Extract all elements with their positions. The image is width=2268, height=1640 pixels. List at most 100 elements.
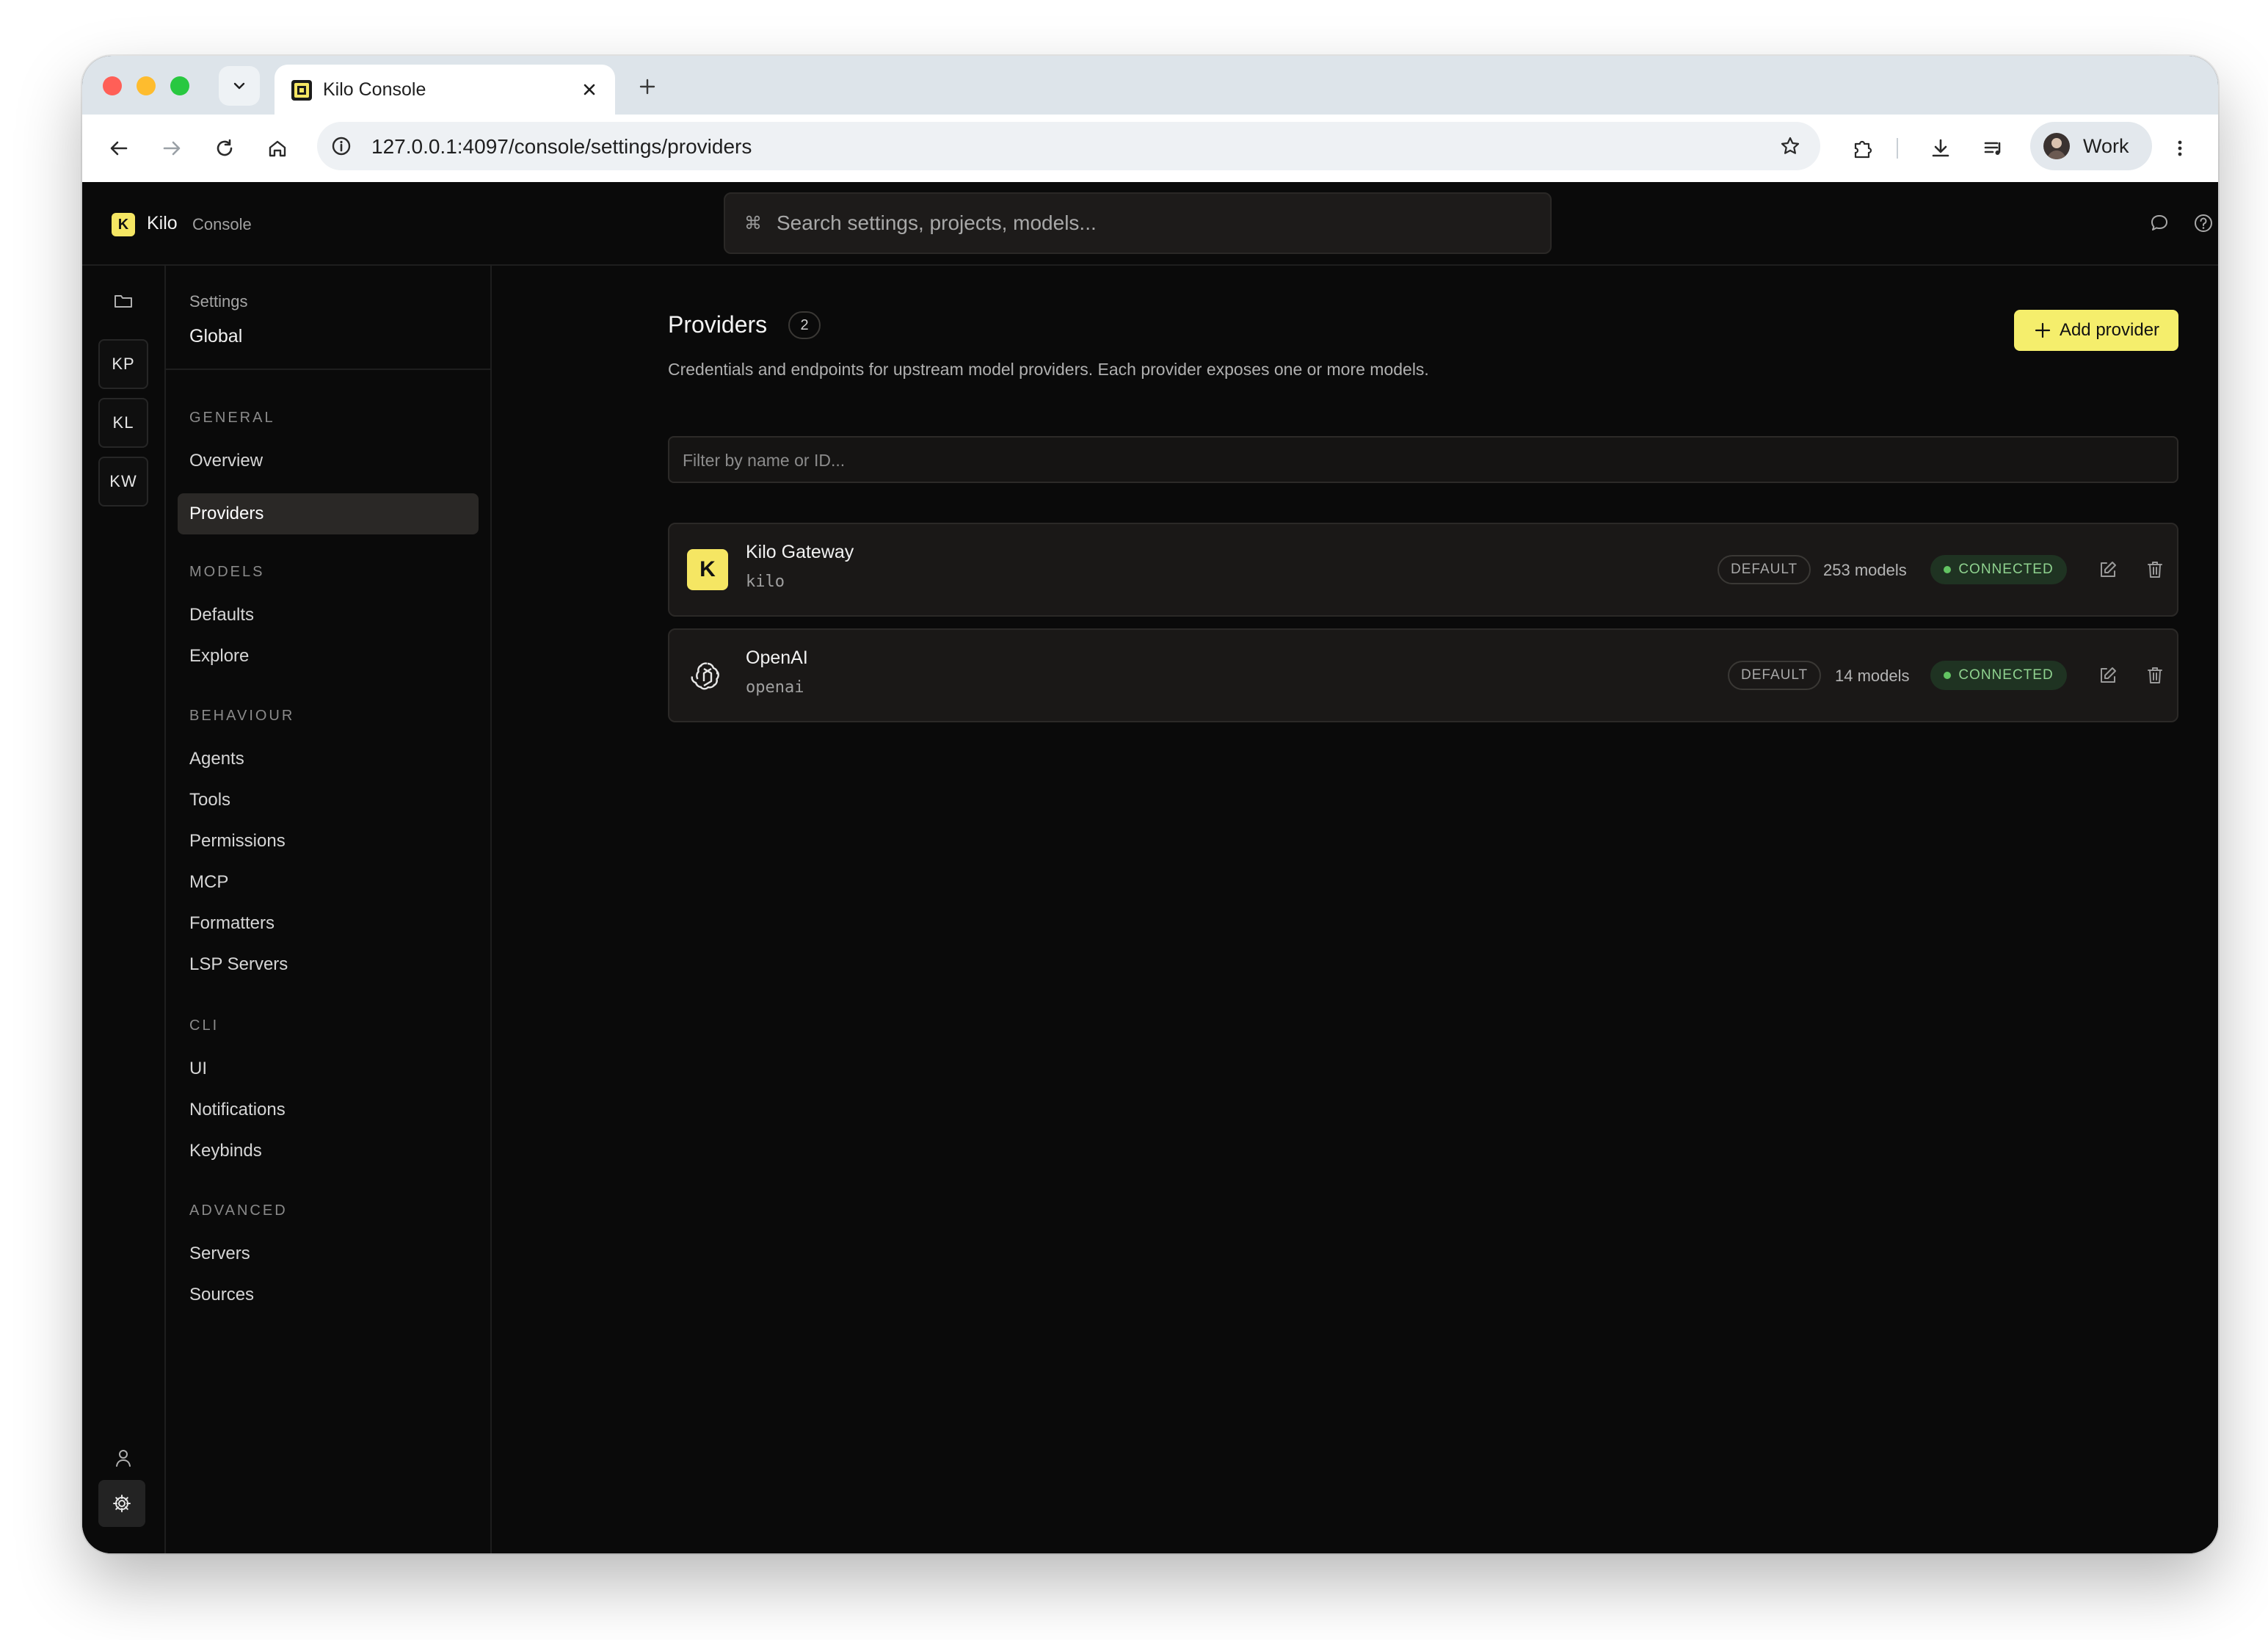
url-text: 127.0.0.1:4097/console/settings/provider… bbox=[371, 135, 752, 158]
section-general: GENERAL bbox=[189, 410, 275, 426]
new-tab-button[interactable] bbox=[633, 72, 662, 101]
avatar bbox=[2043, 133, 2070, 159]
arrow-right-icon bbox=[163, 141, 181, 156]
media-controls-button[interactable] bbox=[1976, 131, 2011, 166]
reload-button[interactable] bbox=[207, 131, 242, 166]
provider-filter-input[interactable]: Filter by name or ID... bbox=[668, 436, 2178, 483]
browser-tab[interactable]: Kilo Console bbox=[275, 65, 615, 115]
home-icon bbox=[269, 140, 286, 157]
site-info-icon[interactable] bbox=[327, 132, 355, 160]
provider-card-kilo[interactable]: K Kilo Gateway kilo DEFAULT 253 models C… bbox=[668, 523, 2178, 617]
chevron-down-icon bbox=[233, 82, 245, 90]
sidebar-item-providers[interactable]: Providers bbox=[178, 493, 479, 534]
sidebar-item-permissions[interactable]: Permissions bbox=[189, 831, 286, 852]
user-icon bbox=[116, 1450, 131, 1467]
plus-icon bbox=[639, 79, 655, 95]
settings-scope-header: Settings Global bbox=[166, 266, 490, 370]
trash-icon bbox=[2148, 562, 2162, 578]
brand-subtitle: Console bbox=[192, 215, 252, 233]
sidebar-item-ui[interactable]: UI bbox=[189, 1059, 207, 1079]
provider-card-openai[interactable]: OpenAI openai DEFAULT 14 models CONNECTE… bbox=[668, 628, 2178, 722]
sidebar-item-explore[interactable]: Explore bbox=[189, 646, 249, 667]
sidebar-item-servers[interactable]: Servers bbox=[189, 1244, 250, 1264]
browser-menu-button[interactable] bbox=[2162, 131, 2198, 166]
kilo-logo: K bbox=[112, 213, 135, 236]
status-text: CONNECTED bbox=[1958, 562, 2054, 577]
project-rail: KP KL KW bbox=[82, 266, 166, 1553]
minimize-window-button[interactable] bbox=[137, 76, 156, 95]
plus-icon bbox=[2035, 322, 2051, 338]
close-window-button[interactable] bbox=[103, 76, 122, 95]
section-behaviour: BEHAVIOUR bbox=[189, 708, 295, 724]
status-badge: CONNECTED bbox=[1930, 555, 2067, 584]
more-vertical-icon bbox=[2178, 140, 2182, 156]
tab-search-button[interactable] bbox=[219, 66, 260, 106]
sidebar-item-defaults[interactable]: Defaults bbox=[189, 605, 254, 625]
close-icon bbox=[584, 84, 595, 95]
section-cli: CLI bbox=[189, 1017, 219, 1034]
sidebar-item-keybinds[interactable]: Keybinds bbox=[189, 1141, 262, 1161]
extensions-button[interactable] bbox=[1845, 131, 1880, 166]
global-search-input[interactable]: ⌘ Search settings, projects, models... bbox=[724, 192, 1552, 254]
download-icon bbox=[1932, 139, 1949, 157]
delete-provider-button[interactable] bbox=[2142, 662, 2168, 689]
maximize-window-button[interactable] bbox=[170, 76, 189, 95]
browser-toolbar: 127.0.0.1:4097/console/settings/provider… bbox=[82, 115, 2218, 182]
edit-provider-button[interactable] bbox=[2095, 556, 2121, 583]
app-header: K Kilo Console ⌘ Search settings, projec… bbox=[82, 182, 2218, 266]
filter-placeholder: Filter by name or ID... bbox=[683, 451, 846, 470]
sidebar-item-mcp[interactable]: MCP bbox=[189, 872, 228, 893]
downloads-button[interactable] bbox=[1923, 131, 1958, 166]
feedback-button[interactable] bbox=[2146, 210, 2173, 236]
gear-icon bbox=[113, 1495, 131, 1512]
forward-button[interactable] bbox=[154, 131, 189, 166]
project-kl[interactable]: KL bbox=[98, 398, 148, 448]
sidebar-item-overview[interactable]: Overview bbox=[189, 451, 263, 471]
provider-count-badge: 2 bbox=[788, 311, 821, 339]
arrow-left-icon bbox=[110, 141, 128, 156]
help-button[interactable] bbox=[2190, 210, 2217, 236]
edit-icon bbox=[2101, 562, 2116, 577]
page-description: Credentials and endpoints for upstream m… bbox=[668, 360, 1429, 379]
settings-scope[interactable]: Global bbox=[189, 326, 242, 347]
profile-label: Work bbox=[2083, 135, 2129, 157]
profile-button[interactable]: Work bbox=[2030, 122, 2152, 170]
edit-provider-button[interactable] bbox=[2095, 662, 2121, 689]
add-provider-label: Add provider bbox=[2059, 320, 2160, 340]
model-count: 14 models bbox=[1835, 667, 1910, 685]
delete-provider-button[interactable] bbox=[2142, 556, 2168, 583]
sidebar-item-lsp-servers[interactable]: LSP Servers bbox=[189, 954, 288, 975]
playlist-icon bbox=[1984, 142, 2001, 155]
address-bar[interactable]: 127.0.0.1:4097/console/settings/provider… bbox=[317, 122, 1820, 170]
default-badge: DEFAULT bbox=[1718, 555, 1811, 584]
status-dot-icon bbox=[1944, 672, 1952, 679]
global-search-placeholder: Search settings, projects, models... bbox=[777, 211, 1097, 234]
brand-name: Kilo bbox=[147, 213, 178, 233]
reload-icon bbox=[217, 139, 233, 156]
sidebar-item-formatters[interactable]: Formatters bbox=[189, 913, 275, 934]
sidebar-item-tools[interactable]: Tools bbox=[189, 790, 230, 810]
trash-icon bbox=[2148, 667, 2162, 683]
edit-icon bbox=[2101, 667, 2116, 683]
browser-tab-bar: Kilo Console bbox=[82, 56, 2218, 115]
back-button[interactable] bbox=[101, 131, 137, 166]
bookmark-star-icon[interactable] bbox=[1776, 132, 1804, 160]
toolbar-divider bbox=[1897, 138, 1898, 159]
account-button[interactable] bbox=[109, 1443, 138, 1473]
settings-button[interactable] bbox=[98, 1480, 145, 1527]
sidebar-item-sources[interactable]: Sources bbox=[189, 1285, 254, 1305]
project-kw[interactable]: KW bbox=[98, 457, 148, 507]
sidebar-item-notifications[interactable]: Notifications bbox=[189, 1100, 286, 1120]
status-text: CONNECTED bbox=[1958, 667, 2054, 683]
sidebar-item-agents[interactable]: Agents bbox=[189, 749, 244, 769]
tab-title: Kilo Console bbox=[323, 79, 426, 100]
open-project-button[interactable] bbox=[109, 286, 138, 316]
project-kp[interactable]: KP bbox=[98, 339, 148, 389]
add-provider-button[interactable]: Add provider bbox=[2014, 310, 2178, 351]
home-button[interactable] bbox=[260, 131, 295, 166]
tab-close-button[interactable] bbox=[577, 77, 602, 102]
status-badge: CONNECTED bbox=[1930, 661, 2067, 690]
folder-icon bbox=[115, 295, 132, 308]
page-title: Providers bbox=[668, 311, 768, 338]
section-advanced: ADVANCED bbox=[189, 1202, 288, 1219]
